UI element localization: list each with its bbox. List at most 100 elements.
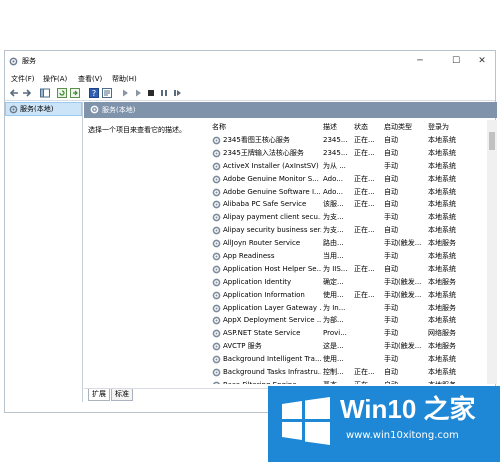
table-row[interactable]: Application Information 使用... 正在... 手动(触发..… (212, 289, 486, 302)
help-icon[interactable]: ? (89, 88, 99, 98)
cell-logon: 本地系统 (428, 264, 456, 273)
cell-desc: 使用... (323, 355, 344, 364)
export-list-icon[interactable] (70, 88, 80, 98)
cell-startup: 手动 (384, 355, 398, 364)
pause-icon[interactable] (159, 88, 169, 98)
service-gear-icon (212, 355, 221, 364)
table-row[interactable]: Application Host Helper Se... 为 IIS... 正在.… (212, 263, 486, 276)
refresh-icon[interactable] (57, 88, 67, 98)
cell-logon: 本地系统 (428, 174, 456, 183)
minimize-button[interactable]: ─ (405, 51, 435, 71)
tab-standard[interactable]: 标准 (111, 389, 133, 401)
cell-logon: 本地系统 (428, 187, 456, 196)
watermark-title: Win10 之家 (340, 394, 476, 424)
cell-desc: 为 In... (323, 303, 346, 312)
column-header-description[interactable]: 描述 (323, 123, 337, 132)
menu-file[interactable]: 文件(F) (11, 74, 35, 84)
cell-desc: Provi... (323, 329, 347, 338)
vertical-scrollbar[interactable] (487, 120, 497, 384)
table-row[interactable]: 2345看图王核心服务 2345... 正在... 自动 本地系统 (212, 134, 486, 147)
cell-logon: 本地系统 (428, 136, 456, 144)
restart-icon[interactable] (172, 88, 182, 98)
properties-icon[interactable] (102, 88, 112, 98)
service-gear-icon (212, 201, 221, 209)
cell-desc: 使用... (323, 290, 344, 299)
service-gear-icon (212, 278, 221, 287)
column-header-startup-type[interactable]: 启动类型 (384, 123, 412, 132)
cell-desc: 当用... (323, 252, 344, 261)
description-hint: 选择一个项目来查看它的描述。 (88, 126, 186, 134)
column-header-name[interactable]: 名称 (212, 123, 226, 132)
cell-desc: 基本... (323, 381, 353, 384)
cell-name: Alipay payment client secu... (223, 213, 321, 222)
table-row[interactable]: 2345王牌输入法核心服务 2345... 正在... 自动 本地系统 (212, 147, 486, 160)
sidebar-item-label: 服务(本地) (20, 105, 54, 113)
table-row[interactable]: ASP.NET State Service Provi... 手动 网络服务 (212, 327, 486, 340)
column-header-status[interactable]: 状态 (354, 123, 368, 132)
cell-desc: 这是... (323, 342, 344, 351)
cell-startup: 手动(触发... (384, 342, 422, 351)
table-row[interactable]: Alipay security business ser... 为支... 正在..… (212, 224, 486, 237)
cell-desc: 2345... (323, 136, 348, 144)
cell-startup: 自动 (384, 381, 428, 384)
table-row[interactable]: Alibaba PC Safe Service 该服... 正在... 自动 本地系统 (212, 198, 486, 211)
table-row[interactable]: AppX Deployment Service ... 为部... 手动 本地系统 (212, 314, 486, 327)
cell-name: AllJoyn Router Service (223, 239, 301, 248)
stop-icon[interactable] (146, 88, 156, 98)
cell-name: Background Tasks Infrastru... (223, 368, 321, 377)
close-button[interactable]: ✕ (467, 51, 497, 71)
cell-status: 正在... (354, 368, 375, 377)
table-row[interactable]: Background Intelligent Tra... 使用... 手动 本地系统 (212, 353, 486, 366)
service-gear-icon (212, 149, 221, 158)
table-row[interactable]: Base Filtering Engine基本...正在...自动本地服务 (212, 379, 486, 384)
cell-startup: 手动(触发... (384, 277, 422, 286)
panel-title: 服务(本地) (102, 106, 136, 114)
menu-help[interactable]: 帮助(H) (112, 74, 137, 84)
sidebar-item-services-local[interactable]: 服务(本地) (5, 102, 82, 116)
menu-view[interactable]: 查看(V) (78, 74, 102, 84)
table-row[interactable]: Application Layer Gateway ... 为 In... 手动 本地… (212, 302, 486, 315)
service-gear-icon (212, 304, 221, 312)
cell-startup: 自动 (384, 368, 398, 377)
cell-logon: 本地服务 (428, 381, 486, 384)
cell-status: 正在... (354, 148, 375, 157)
play-icon[interactable] (120, 88, 130, 98)
back-icon[interactable] (9, 88, 19, 98)
service-gear-icon (212, 265, 221, 274)
menu-action[interactable]: 操作(A) (43, 74, 67, 84)
tab-extended[interactable]: 扩展 (88, 389, 110, 401)
cell-logon: 本地系统 (428, 290, 456, 299)
cell-status: 正在... (354, 290, 375, 299)
scrollbar-thumb[interactable] (489, 132, 495, 150)
table-row[interactable]: AVCTP 服务 这是... 手动(触发... 本地服务 (212, 340, 486, 353)
service-gear-icon (212, 226, 221, 235)
cell-startup: 手动 (384, 316, 398, 325)
panel-header: 服务(本地) (84, 102, 497, 118)
table-row[interactable]: ActiveX Installer (AxInstSV) 为从 ... 手动 本地系统 (212, 160, 486, 173)
table-row[interactable]: Application Identity 确定... 手动(触发... 本地服务 (212, 276, 486, 289)
cell-desc: 确定... (323, 277, 344, 286)
cell-startup: 手动 (384, 161, 398, 170)
cell-status: 正在... (354, 381, 384, 384)
title-bar[interactable]: 服务 ─ ☐ ✕ (5, 51, 495, 71)
services-gear-icon (9, 105, 18, 114)
cell-name: Alipay security business ser... (223, 226, 321, 235)
table-row[interactable]: Adobe Genuine Software I... Ado... 正在... 自动… (212, 186, 486, 199)
cell-desc: 为从 ... (323, 161, 346, 170)
services-gear-icon (9, 57, 18, 66)
table-row[interactable]: Background Tasks Infrastru... 控制... 正在... 自… (212, 366, 486, 379)
services-window: 服务 ─ ☐ ✕ 文件(F) 操作(A) 查看(V) 帮助(H) ? 服务(本地… (4, 50, 497, 413)
cell-status: 正在... (354, 136, 375, 144)
cell-logon: 本地服务 (428, 239, 456, 248)
show-console-tree-icon[interactable] (40, 88, 50, 98)
table-row[interactable]: App Readiness 当用... 手动 本地系统 (212, 250, 486, 263)
table-row[interactable]: Alipay payment client secu... 为支... 手动 本地系统 (212, 211, 486, 224)
forward-icon[interactable] (22, 88, 32, 98)
service-gear-icon (212, 239, 221, 248)
cell-name: Adobe Genuine Software I... (223, 187, 321, 196)
table-row[interactable]: AllJoyn Router Service 路由... 手动(触发... 本地服务 (212, 237, 486, 250)
watermark-url: www.win10xitong.com (346, 430, 459, 441)
table-row[interactable]: Adobe Genuine Monitor S... Ado... 正在... 自动 本… (212, 173, 486, 186)
play-alt-icon[interactable] (133, 88, 143, 98)
column-header-log-on-as[interactable]: 登录为 (428, 123, 449, 132)
